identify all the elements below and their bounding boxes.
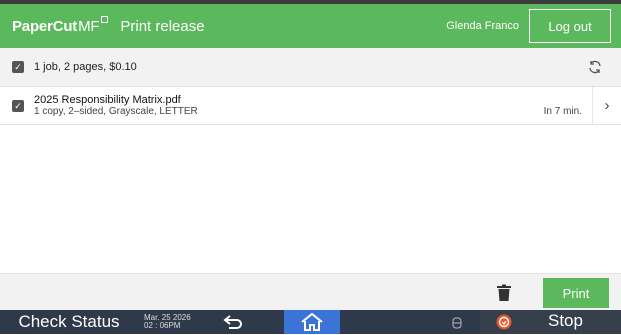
select-all-checkbox[interactable]: ✓ [12,61,24,73]
job-row[interactable]: ✓ 2025 Responsibility Matrix.pdf 1 copy,… [0,86,621,125]
app-header: PaperCut MF Print release Glenda Franco … [0,4,621,48]
logout-button[interactable]: Log out [529,9,611,43]
print-button[interactable]: Print [543,278,609,308]
trash-icon[interactable] [496,284,512,302]
summary-bar: ✓ 1 job, 2 pages, $0.10 [0,48,621,87]
job-time: In 7 min. [543,106,582,117]
action-bar: Print [0,273,621,310]
logo-mark-icon [101,15,109,23]
papercut-logo: PaperCut MF [12,15,109,35]
logo-suffix: MF [78,17,100,35]
job-checkbox[interactable]: ✓ [12,99,24,112]
stop-button[interactable]: Stop [548,311,583,331]
job-info: 2025 Responsibility Matrix.pdf 1 copy, 2… [34,94,198,118]
checkbox-icon: ✓ [14,62,22,72]
stop-icon[interactable] [496,314,512,330]
refresh-icon[interactable] [587,59,603,75]
checkbox-icon: ✓ [14,100,22,111]
system-datetime: Mar. 25 2026 02 : 06PM [144,314,214,330]
summary-text: 1 job, 2 pages, $0.10 [34,61,137,73]
status-icon [452,316,462,329]
page-title: Print release [120,17,205,35]
system-time: 02 : 06PM [144,321,181,330]
user-name: Glenda Franco [446,20,519,32]
home-icon [301,313,323,331]
home-button[interactable] [284,310,340,334]
back-icon[interactable] [220,313,248,331]
system-bar: Check Status Mar. 25 2026 02 : 06PM Stop [0,310,621,334]
logo-text: PaperCut [12,17,78,35]
check-status-button[interactable]: Check Status [0,312,138,332]
job-details: 1 copy, 2–sided, Grayscale, LETTER [34,105,198,117]
job-name: 2025 Responsibility Matrix.pdf [34,93,181,106]
chevron-right-icon[interactable]: › [593,97,621,114]
